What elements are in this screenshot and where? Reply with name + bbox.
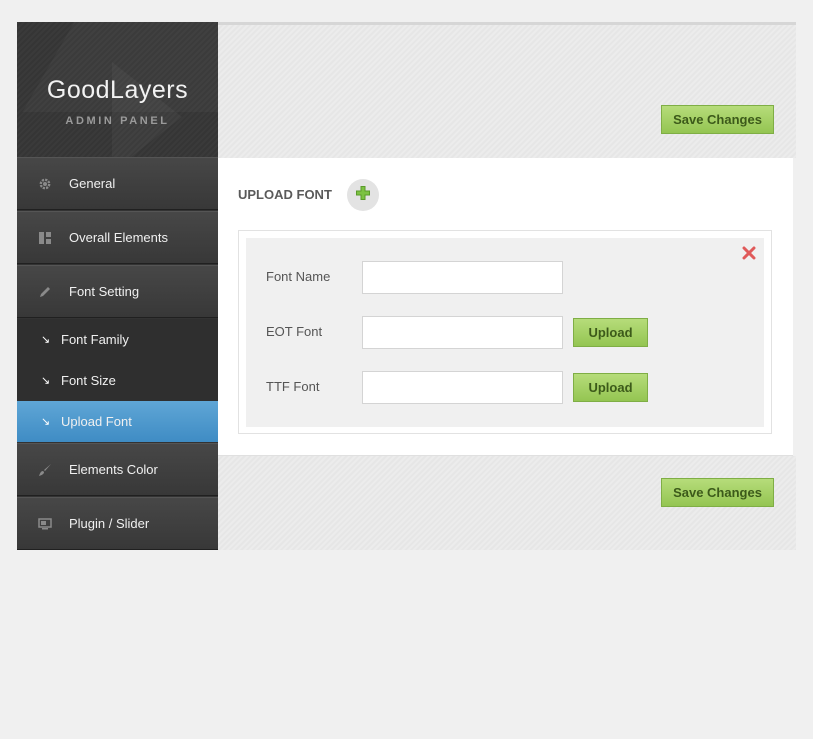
logo: GoodLayers ADMIN PANEL [17,22,218,157]
gear-icon [37,176,53,192]
section-title: UPLOAD FONT [238,187,332,202]
sidebar-item-overall-elements[interactable]: Overall Elements [17,211,218,264]
submenu-item-font-size[interactable]: ↘ Font Size [17,360,218,401]
sidebar-item-font-setting[interactable]: Font Setting [17,265,218,318]
arrow-icon: ↘ [41,334,51,346]
save-button-top[interactable]: Save Changes [661,105,774,134]
top-toolbar: Save Changes [218,22,796,158]
monitor-icon [37,516,53,532]
upload-font-section: UPLOAD FONT Font Name EOT Font Upload TT… [218,158,793,456]
submenu-item-font-family[interactable]: ↘ Font Family [17,319,218,360]
font-setting-submenu: ↘ Font Family ↘ Font Size ↘ Upload Font [17,319,218,442]
close-icon [742,245,756,264]
font-name-label: Font Name [266,269,331,284]
brush-icon [37,462,53,478]
pencil-icon [37,284,53,300]
sidebar-item-elements-color[interactable]: Elements Color [17,443,218,496]
eot-upload-button[interactable]: Upload [573,318,648,347]
submenu-item-label: Upload Font [61,414,132,429]
sidebar: GoodLayers ADMIN PANEL General Overall E… [17,22,218,550]
logo-title: GoodLayers [46,76,189,104]
sidebar-item-plugin-slider[interactable]: Plugin / Slider [17,497,218,550]
plus-icon [355,185,371,205]
sidebar-item-label: General [69,176,116,191]
logo-subtitle: ADMIN PANEL [65,115,170,127]
submenu-item-upload-font[interactable]: ↘ Upload Font [17,401,218,442]
sidebar-item-label: Overall Elements [69,230,168,245]
layout-icon [37,230,53,246]
ttf-font-label: TTF Font [266,379,320,394]
eot-font-input[interactable] [362,316,563,349]
ttf-font-input[interactable] [362,371,563,404]
admin-panel: GoodLayers ADMIN PANEL General Overall E… [17,22,796,550]
sidebar-item-label: Font Setting [69,284,140,299]
font-name-input[interactable] [362,261,563,294]
font-entry-form: Font Name EOT Font Upload TTF Font Uploa… [246,238,764,427]
font-entry: Font Name EOT Font Upload TTF Font Uploa… [238,230,772,434]
sidebar-item-label: Plugin / Slider [69,516,150,531]
arrow-icon: ↘ [41,375,51,387]
sidebar-item-general[interactable]: General [17,157,218,210]
submenu-item-label: Font Size [61,373,116,388]
arrow-icon: ↘ [41,416,51,428]
add-font-button[interactable] [347,179,379,211]
submenu-item-label: Font Family [61,332,129,347]
delete-font-button[interactable] [742,245,756,260]
ttf-upload-button[interactable]: Upload [573,373,648,402]
eot-font-label: EOT Font [266,324,323,339]
save-button-bottom[interactable]: Save Changes [661,478,774,507]
sidebar-item-label: Elements Color [69,462,158,477]
bottom-toolbar: Save Changes [218,456,796,550]
